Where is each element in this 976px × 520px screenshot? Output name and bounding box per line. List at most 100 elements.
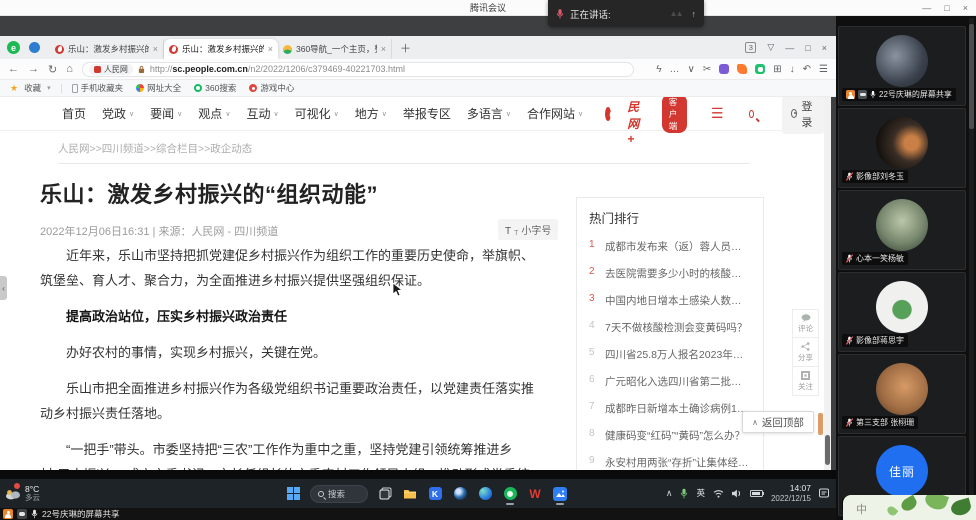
people-brand[interactable]: 人民网+: [627, 97, 646, 146]
nav-keshihua[interactable]: 可视化∨: [295, 105, 339, 122]
nav-jubao[interactable]: 举报专区: [403, 105, 451, 122]
nav-guandian[interactable]: 观点∨: [198, 105, 230, 122]
hot-item[interactable]: 9永安村用两张“存折”让集体经济走上时间…: [577, 449, 763, 470]
extension-orange-icon[interactable]: [737, 64, 747, 74]
favorites-star-icon[interactable]: ★: [10, 83, 18, 94]
hot-item[interactable]: 3中国内地日增本土感染人数六连降 多地出…: [577, 287, 763, 314]
nav-hezuo[interactable]: 合作网站∨: [527, 105, 583, 122]
restore-session-icon[interactable]: ↶: [803, 64, 811, 75]
forward-icon[interactable]: →: [28, 63, 39, 75]
close-button[interactable]: ×: [963, 3, 968, 13]
participant-tile[interactable]: 第三支部 张栩珊: [838, 354, 966, 434]
hot-item[interactable]: 7成都昨日新增本土确诊病例144例、本土…: [577, 395, 763, 422]
home-icon[interactable]: ⌂: [66, 63, 73, 75]
nav-difang[interactable]: 地方∨: [355, 105, 387, 122]
new-tab-button[interactable]: ＋: [400, 40, 411, 56]
bookmark-phone-favorites[interactable]: 手机收藏夹: [72, 82, 124, 94]
speaking-indicator[interactable]: 正在讲话: ▲▲ ↑: [548, 0, 704, 27]
hot-item[interactable]: 47天不做核酸检测会变黄码吗？: [577, 314, 763, 341]
hot-item[interactable]: 8健康码变“红码”“黄码”怎么办？: [577, 422, 763, 449]
close-tab-icon[interactable]: ×: [381, 44, 386, 54]
extensions-grid-icon[interactable]: ⊞: [773, 64, 781, 75]
follow-button[interactable]: 关注: [792, 367, 819, 396]
download-icon[interactable]: ↓: [790, 64, 795, 75]
browser-minimize-button[interactable]: —: [785, 43, 794, 53]
font-size-button[interactable]: T T 小字号: [498, 219, 558, 240]
file-explorer-button[interactable]: [402, 483, 418, 505]
extension-purple-icon[interactable]: [719, 64, 729, 74]
breadcrumb[interactable]: 人民网>>四川频道>>综合栏目>>政企动态: [58, 141, 252, 156]
ime-indicator[interactable]: 英: [696, 487, 705, 499]
tray-mic-icon[interactable]: [680, 488, 688, 499]
nav-hudong[interactable]: 互动∨: [246, 105, 278, 122]
participant-tile[interactable]: 心本一笑杨敏: [838, 190, 966, 270]
reload-icon[interactable]: ↻: [48, 63, 57, 76]
url-field[interactable]: 人民网 http://sc.people.com.cn/n2/2022/1206…: [82, 62, 634, 77]
chat-icon[interactable]: [17, 509, 27, 519]
browser-tab-3[interactable]: 360导航_一个主页，整个世界 ×: [278, 39, 392, 59]
chevron-down-icon[interactable]: ▾: [47, 84, 51, 92]
nav-home[interactable]: 首页: [62, 105, 86, 122]
close-tab-icon[interactable]: ×: [268, 44, 273, 54]
wps-button[interactable]: W: [527, 483, 543, 505]
close-tab-icon[interactable]: ×: [153, 44, 158, 54]
panel-scrollbar[interactable]: [969, 18, 974, 518]
nav-duoyuyan[interactable]: 多语言∨: [467, 105, 511, 122]
nav-dangzheng[interactable]: 党政∨: [102, 105, 134, 122]
screenshot-icon[interactable]: ✂: [703, 64, 711, 75]
browser-360-button[interactable]: [502, 483, 518, 505]
globe-app-button[interactable]: [452, 483, 468, 505]
taskbar-search[interactable]: 搜索: [310, 485, 368, 503]
meeting-app-button[interactable]: [552, 483, 568, 505]
browser-mode-icon[interactable]: [29, 42, 40, 53]
comment-button[interactable]: 评论: [792, 309, 819, 338]
share-button[interactable]: 分享: [792, 338, 819, 367]
site-identity-chip[interactable]: 人民网: [89, 64, 133, 75]
browser-tab-2-active[interactable]: 乐山：激发乡村振兴的“组织… ×: [164, 39, 278, 59]
back-icon[interactable]: ←: [8, 63, 19, 75]
browser-close-button[interactable]: ×: [822, 43, 827, 53]
scrollbar-thumb[interactable]: [969, 24, 974, 129]
task-view-button[interactable]: [377, 483, 393, 505]
start-button[interactable]: [285, 483, 301, 505]
minimize-button[interactable]: —: [922, 3, 931, 13]
menu-icon[interactable]: ☰: [819, 64, 828, 75]
hot-item[interactable]: 5四川省25.8万人报名2023年研招考试: [577, 341, 763, 368]
k-app-button[interactable]: K: [427, 483, 443, 505]
browser-logo-icon[interactable]: e: [7, 41, 20, 54]
maximize-button[interactable]: □: [944, 3, 949, 13]
tray-chevron-icon[interactable]: ∧: [666, 488, 673, 499]
notification-icon[interactable]: [819, 488, 829, 498]
bookmark-game-center[interactable]: 游戏中心: [249, 82, 294, 94]
browser-tab-1[interactable]: 乐山：激发乡村振兴的“组织… ×: [50, 39, 164, 59]
browser-maximize-button[interactable]: □: [805, 43, 810, 53]
search-icon[interactable]: [749, 110, 754, 118]
hot-item[interactable]: 2去医院需要多少小时的核酸检测报告？: [577, 260, 763, 287]
participant-tile[interactable]: 影像部蒋思宇: [838, 272, 966, 352]
page-scrollbar[interactable]: [824, 97, 831, 470]
battery-icon[interactable]: [750, 490, 763, 497]
extension-green-icon[interactable]: [755, 64, 765, 74]
participant-tile[interactable]: 影像部刘冬玉: [838, 108, 966, 188]
app-client-badge[interactable]: 客户端: [662, 97, 687, 133]
login-button[interactable]: 登录: [782, 97, 824, 134]
boss-key-icon[interactable]: ▽: [767, 42, 774, 53]
speed-mode-icon[interactable]: ϟ: [656, 64, 661, 75]
panel-collapse-handle[interactable]: ‹: [0, 276, 7, 300]
speaker-icon[interactable]: [732, 489, 742, 498]
collapse-arrow-icon[interactable]: ↑: [692, 9, 697, 19]
hot-item[interactable]: 6广元昭化入选四川省第二批交通强县试点名单: [577, 368, 763, 395]
chevron-down-icon[interactable]: ∨: [688, 64, 695, 75]
edge-button[interactable]: [477, 483, 493, 505]
bookmark-360-search[interactable]: 360搜索: [194, 82, 236, 94]
scrollbar-thumb[interactable]: [825, 435, 830, 465]
tab-count-badge[interactable]: 3: [745, 42, 756, 53]
more-icon[interactable]: …: [670, 64, 680, 75]
participant-tile[interactable]: 22号庆琳的屏幕共享: [838, 26, 966, 106]
back-to-top-button[interactable]: ∧ 返回顶部: [742, 411, 814, 433]
wifi-icon[interactable]: [713, 489, 724, 498]
site-menu-icon[interactable]: ☰: [711, 105, 724, 122]
nav-yaowen[interactable]: 要闻∨: [150, 105, 182, 122]
favorites-label[interactable]: 收藏: [24, 82, 41, 94]
bookmark-site-directory[interactable]: 网址大全: [136, 82, 181, 94]
